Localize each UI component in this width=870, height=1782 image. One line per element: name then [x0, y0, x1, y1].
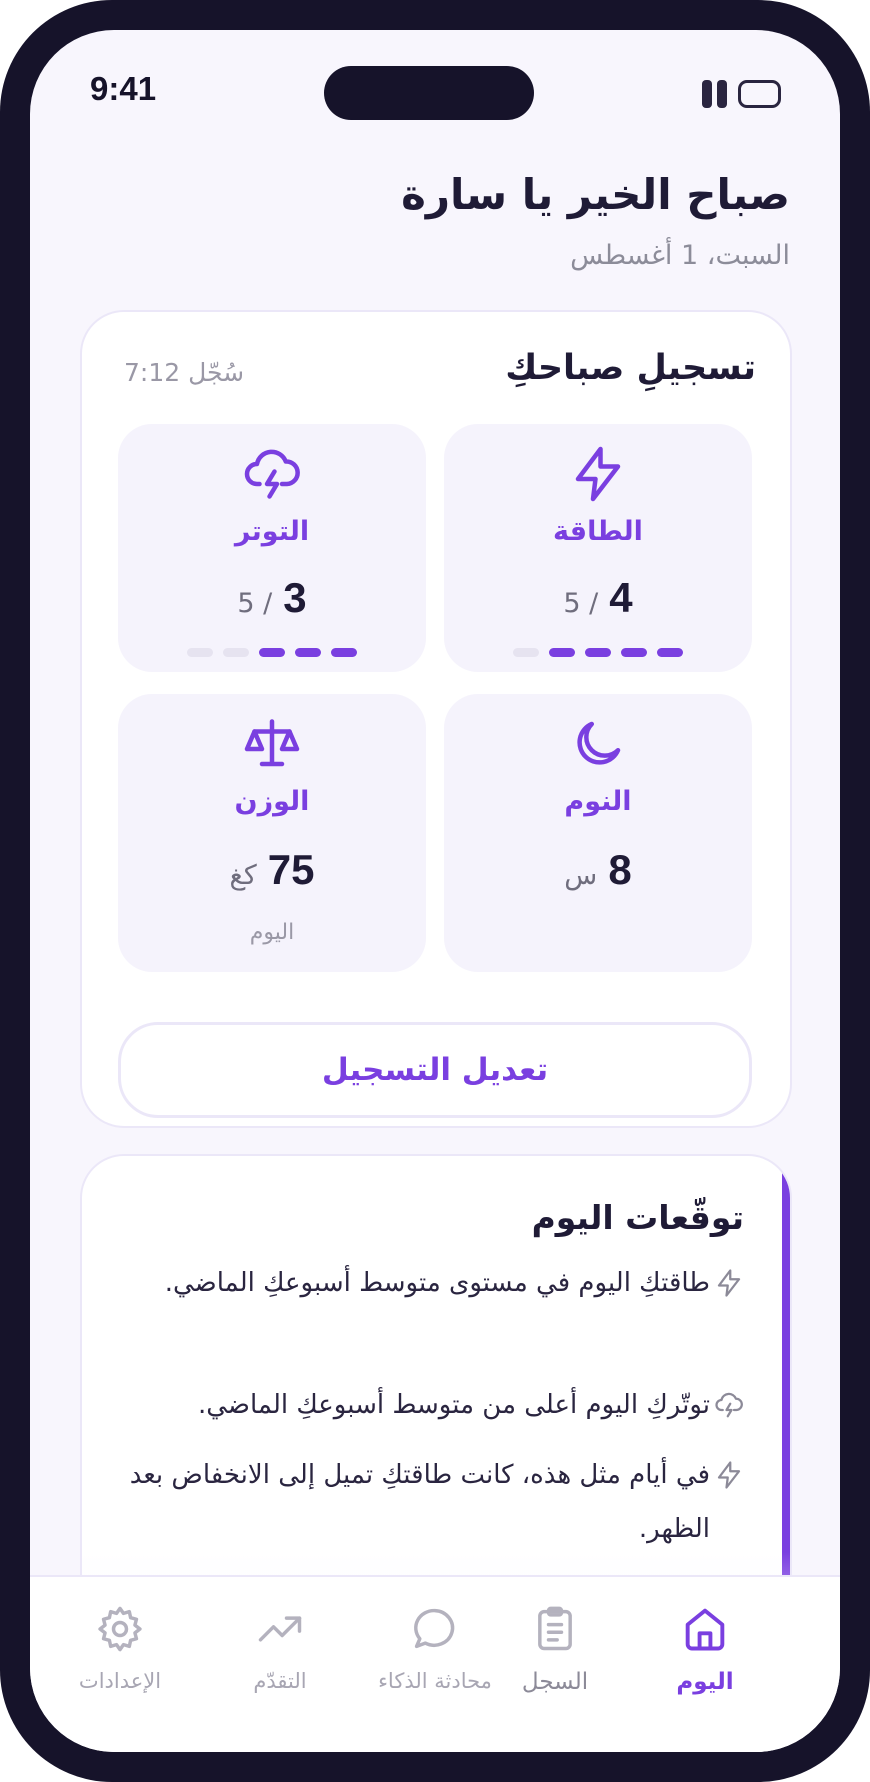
status-bar: 9:41: [30, 30, 840, 140]
battery-icon: [738, 80, 781, 108]
energy-value: 4: [609, 574, 633, 621]
lightning-icon: [575, 446, 621, 502]
weight-unit: كغ: [229, 860, 257, 891]
level-dot: [585, 648, 611, 657]
weight-tile[interactable]: الوزن 75 كغ اليوم: [118, 694, 426, 972]
nav-label-progress: التقدّم: [253, 1669, 307, 1693]
signal-icon: [702, 80, 730, 108]
lightning-icon: [717, 1269, 741, 1297]
checkin-logged-time: سُجّل 7:12: [124, 358, 245, 387]
nav-item-today[interactable]: اليوم: [630, 1603, 780, 1695]
level-dot: [513, 648, 539, 657]
moon-icon: [577, 721, 621, 765]
scale-icon: [244, 719, 300, 767]
level-dot: [259, 648, 285, 657]
energy-label: الطاقة: [553, 516, 643, 547]
energy-max: / 5: [563, 588, 599, 619]
screen: 9:41 صباح الخير يا سارة السبت، 1 أغسطس ت…: [30, 30, 840, 1752]
status-time: 9:41: [90, 70, 157, 107]
level-dot: [331, 648, 357, 657]
level-dot: [187, 648, 213, 657]
nav-label-settings: الإعدادات: [78, 1669, 162, 1693]
lightning-icon: [717, 1461, 741, 1489]
sleep-tile[interactable]: النوم 8 س: [444, 694, 752, 972]
stress-value: 3: [283, 574, 307, 621]
nav-item-ai-chat[interactable]: محادثة الذكاء: [360, 1603, 510, 1693]
home-icon: [685, 1608, 725, 1651]
nav-item-progress[interactable]: التقدّم: [205, 1603, 355, 1693]
date-label: السبت، 1 أغسطس: [570, 240, 790, 271]
bottom-nav: اليوم السجل محادثة الذكاء التقدّم الإعدا…: [30, 1575, 840, 1752]
checkin-title: تسجيلِ صباحكِ: [505, 348, 756, 388]
checkin-card: تسجيلِ صباحكِ سُجّل 7:12 الطاقة 4 / 5 ال…: [80, 310, 792, 1128]
storm-cloud-icon: [715, 1392, 743, 1418]
stress-tile[interactable]: التوتر 3 / 5: [118, 424, 426, 672]
weight-label: الوزن: [234, 786, 310, 817]
storm-cloud-icon: [244, 449, 300, 499]
stress-value-row: 3 / 5: [118, 574, 426, 622]
energy-value-row: 4 / 5: [444, 574, 752, 622]
forecast-item-text: توتّركِ اليوم أعلى من متوسط أسبوعكِ الما…: [197, 1390, 710, 1420]
clipboard-icon: [538, 1606, 572, 1651]
dynamic-island: [324, 66, 534, 120]
sleep-value: 8: [608, 846, 632, 893]
weight-value: 75: [267, 846, 315, 893]
energy-level-indicator: [444, 648, 752, 657]
level-dot: [223, 648, 249, 657]
trend-up-icon: [258, 1616, 302, 1642]
level-dot: [621, 648, 647, 657]
nav-label-ai-chat: محادثة الذكاء: [378, 1669, 492, 1693]
sleep-value-row: 8 س: [444, 846, 752, 894]
device-frame: 9:41 صباح الخير يا سارة السبت، 1 أغسطس ت…: [0, 0, 870, 1782]
level-dot: [549, 648, 575, 657]
weight-value-row: 75 كغ: [118, 846, 426, 894]
weight-note: اليوم: [249, 920, 295, 945]
stress-level-indicator: [118, 648, 426, 657]
forecast-item: طاقتكِ اليوم في مستوى متوسط أسبوعكِ الما…: [124, 1256, 744, 1310]
forecast-item-text: في أيام مثل هذه، كانت طاقتكِ تميل إلى ال…: [129, 1460, 710, 1544]
gear-icon: [98, 1606, 142, 1652]
forecast-item: توتّركِ اليوم أعلى من متوسط أسبوعكِ الما…: [124, 1378, 744, 1432]
forecast-title: توقّعات اليوم: [531, 1198, 744, 1237]
stress-max: / 5: [237, 588, 273, 619]
stress-label: التوتر: [234, 516, 310, 547]
forecast-item-text: طاقتكِ اليوم في مستوى متوسط أسبوعكِ الما…: [164, 1268, 710, 1298]
level-dot: [657, 648, 683, 657]
forecast-item: في أيام مثل هذه، كانت طاقتكِ تميل إلى ال…: [124, 1448, 744, 1556]
energy-tile[interactable]: الطاقة 4 / 5: [444, 424, 752, 672]
greeting-title: صباح الخير يا سارة: [401, 170, 790, 219]
edit-checkin-button[interactable]: تعديل التسجيل: [118, 1022, 752, 1118]
chat-bubble-icon: [414, 1608, 455, 1649]
nav-item-settings[interactable]: الإعدادات: [45, 1603, 195, 1693]
level-dot: [295, 648, 321, 657]
sleep-unit: س: [564, 860, 598, 891]
sleep-label: النوم: [564, 786, 632, 817]
nav-label-today: اليوم: [676, 1669, 734, 1695]
